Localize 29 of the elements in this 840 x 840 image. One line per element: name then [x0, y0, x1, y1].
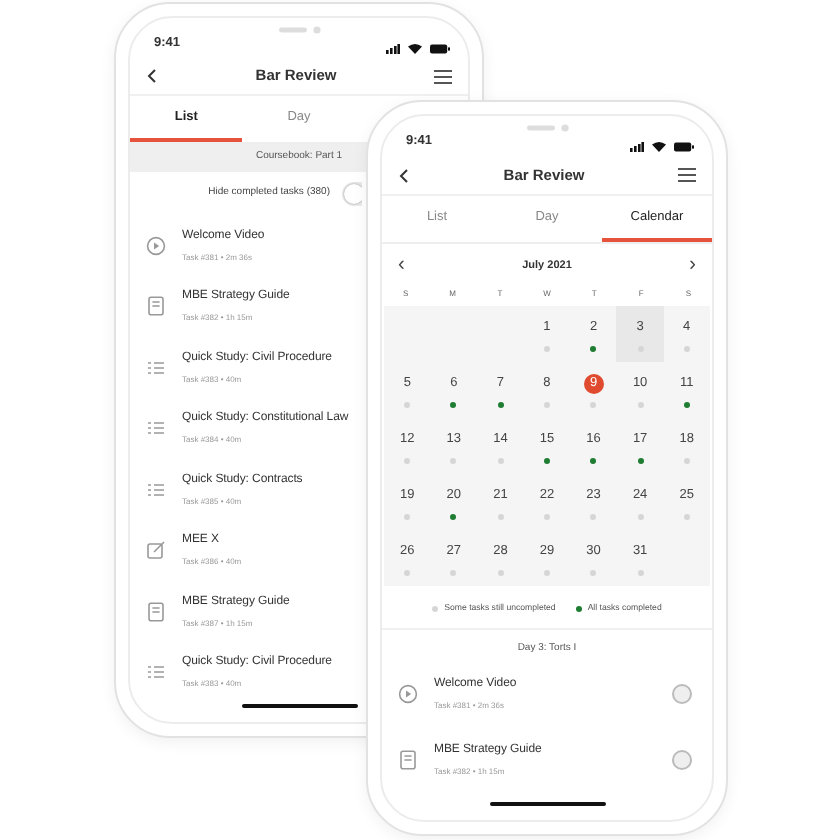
signal-icon	[386, 43, 400, 54]
next-month-button[interactable]: ›	[689, 256, 696, 276]
back-icon[interactable]	[146, 68, 158, 85]
wifi-icon	[652, 142, 666, 152]
list-icon	[146, 662, 166, 683]
home-indicator	[489, 801, 605, 806]
task-checkbox[interactable]	[672, 750, 692, 771]
home-indicator	[241, 703, 357, 708]
list-icon	[146, 357, 166, 378]
edit-icon	[146, 540, 166, 561]
back-icon[interactable]	[398, 167, 410, 183]
task-checkbox[interactable]	[672, 684, 692, 705]
document-icon	[146, 601, 166, 622]
battery-icon	[430, 43, 450, 54]
play-icon	[398, 684, 418, 705]
document-icon	[146, 296, 166, 317]
wifi-icon	[408, 43, 422, 54]
menu-icon[interactable]	[434, 69, 452, 84]
notch-drawing	[526, 124, 568, 132]
list-icon	[146, 479, 166, 500]
play-icon	[146, 235, 166, 256]
menu-icon[interactable]	[678, 168, 696, 182]
toggle-switch[interactable]	[342, 181, 362, 206]
list-icon	[146, 418, 166, 439]
previous-month-button[interactable]: ‹	[398, 256, 405, 276]
signal-icon	[630, 142, 644, 152]
document-icon	[398, 750, 418, 771]
battery-icon	[674, 142, 694, 152]
notch-drawing	[278, 26, 320, 34]
